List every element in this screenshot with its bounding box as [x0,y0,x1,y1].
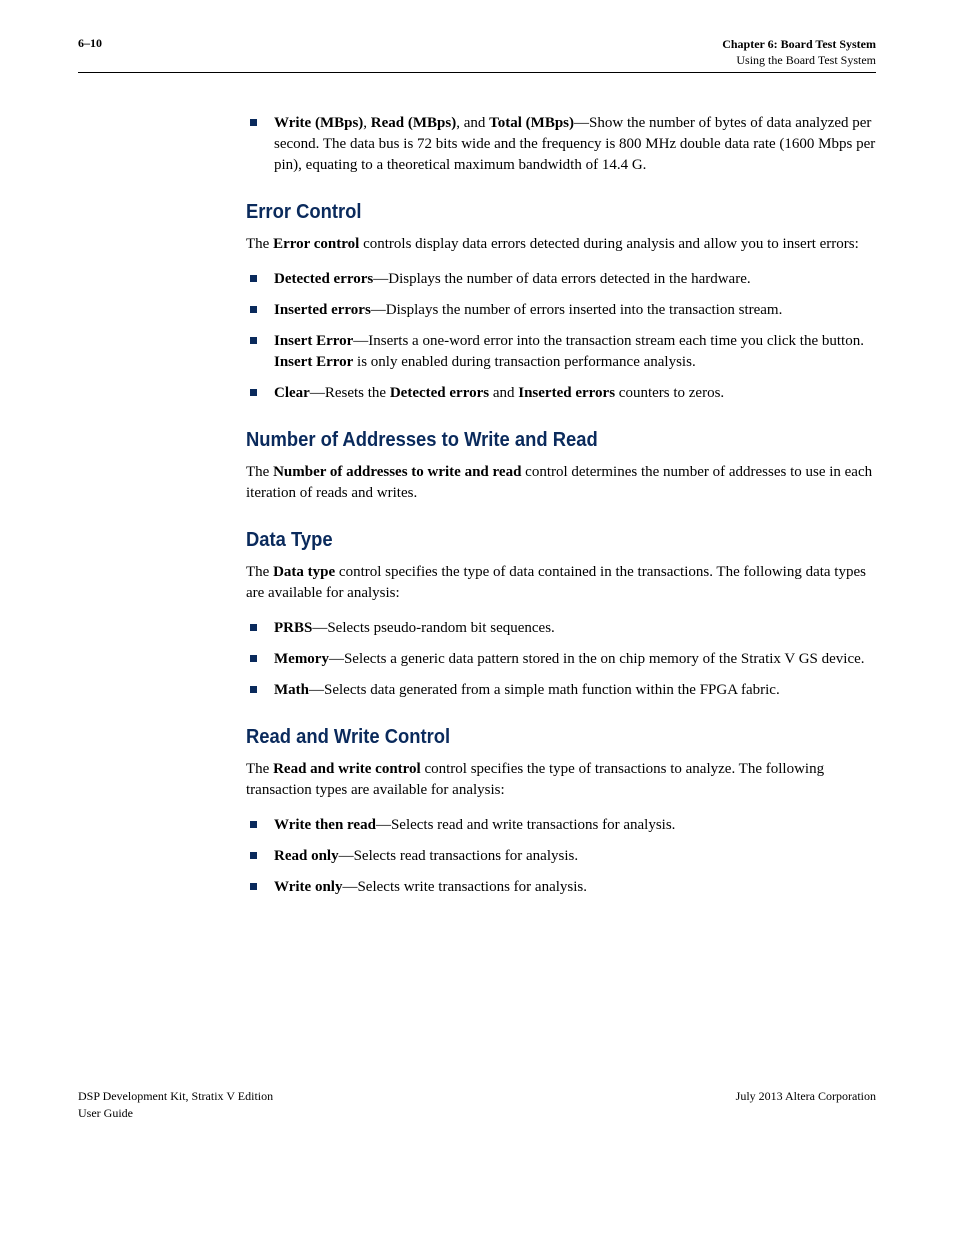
term: PRBS [274,620,312,636]
term: Insert Error [274,333,353,349]
header-chapter: Chapter 6: Board Test System [722,36,876,52]
header-section: Using the Board Test System [722,52,876,68]
heading-data-type: Data Type [246,526,826,554]
text: —Inserts a one-word error into the trans… [353,333,864,349]
text: —Displays the number of errors inserted … [371,302,783,318]
header-rule [78,72,876,73]
term: Inserted errors [274,302,371,318]
list-item: Insert Error—Inserts a one-word error in… [246,331,876,373]
term-write-mbps: Write (MBps) [274,115,363,131]
text: —Selects read and write transactions for… [376,817,676,833]
text: —Selects read transactions for analysis. [339,848,579,864]
list-item: Write (MBps), Read (MBps), and Total (MB… [246,113,876,176]
text: —Selects data generated from a simple ma… [309,682,780,698]
list-item: Memory—Selects a generic data pattern st… [246,649,876,670]
text: —Displays the number of data errors dete… [373,271,750,287]
text: —Selects a generic data pattern stored i… [329,651,865,667]
footer-right: July 2013 Altera Corporation [736,1088,876,1120]
text: The [246,236,273,252]
text: —Resets the [310,385,390,401]
term: Math [274,682,309,698]
text: , and [456,115,489,131]
list-item: PRBS—Selects pseudo-random bit sequences… [246,618,876,639]
text: is only enabled during transaction perfo… [353,354,695,370]
para: The Data type control specifies the type… [246,562,876,604]
text: —Selects write transactions for analysis… [342,879,587,895]
text: control specifies the type of data conta… [246,564,866,601]
term: Error control [273,236,359,252]
para: The Read and write control control speci… [246,759,876,801]
list-item: Read only—Selects read transactions for … [246,846,876,867]
para: The Number of addresses to write and rea… [246,462,876,504]
term: Write only [274,879,342,895]
term: Clear [274,385,310,401]
page-header: 6–10 Chapter 6: Board Test System Using … [78,36,876,68]
heading-error-control: Error Control [246,198,826,226]
text: —Selects pseudo-random bit sequences. [312,620,554,636]
page-footer: DSP Development Kit, Stratix V Edition U… [78,1088,876,1120]
text: The [246,564,273,580]
footer-doc-title: DSP Development Kit, Stratix V Edition [78,1088,273,1104]
text: , [363,115,371,131]
text: The [246,761,273,777]
term: Memory [274,651,329,667]
term: Detected errors [390,385,489,401]
footer-doc-subtitle: User Guide [78,1105,273,1121]
list-item: Clear—Resets the Detected errors and Ins… [246,383,876,404]
term: Write then read [274,817,376,833]
term: Read and write control [273,761,421,777]
list-item: Write then read—Selects read and write t… [246,815,876,836]
term: Inserted errors [518,385,615,401]
term: Number of addresses to write and read [273,464,521,480]
heading-addresses: Number of Addresses to Write and Read [246,426,826,454]
page-number: 6–10 [78,36,102,51]
term: Read only [274,848,339,864]
list-item: Inserted errors—Displays the number of e… [246,300,876,321]
term: Data type [273,564,335,580]
text: controls display data errors detected du… [359,236,858,252]
list-item: Detected errors—Displays the number of d… [246,269,876,290]
list-item: Math—Selects data generated from a simpl… [246,680,876,701]
term: Detected errors [274,271,373,287]
term: Insert Error [274,354,353,370]
text: and [489,385,518,401]
para: The Error control controls display data … [246,234,876,255]
term-read-mbps: Read (MBps) [371,115,456,131]
body-content: Write (MBps), Read (MBps), and Total (MB… [246,113,876,898]
text: counters to zeros. [615,385,724,401]
list-item: Write only—Selects write transactions fo… [246,877,876,898]
term-total-mbps: Total (MBps) [489,115,574,131]
heading-rw-control: Read and Write Control [246,723,826,751]
text: The [246,464,273,480]
